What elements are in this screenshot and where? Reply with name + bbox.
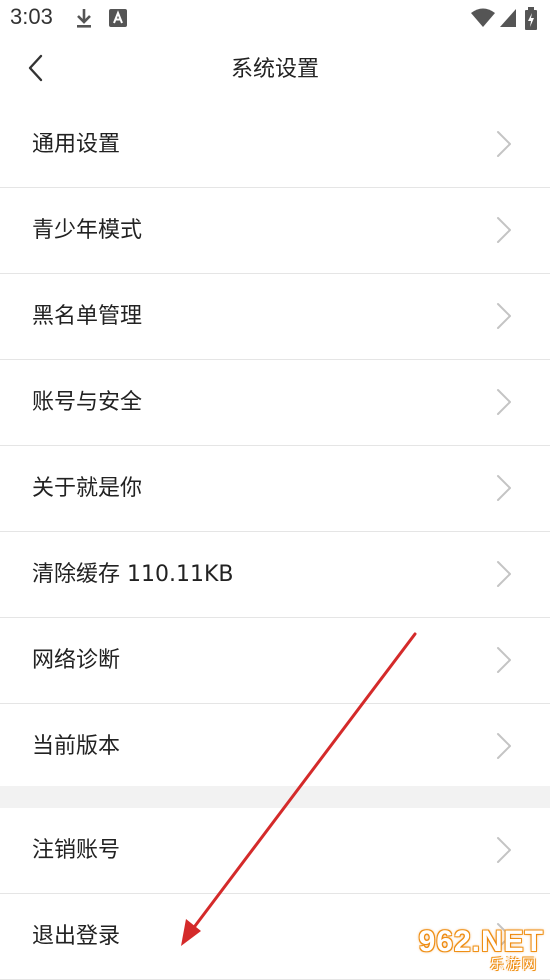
watermark-logo: 962.NET 乐游网 xyxy=(412,925,544,975)
chevron-right-icon xyxy=(496,646,512,678)
status-time: 3:03 xyxy=(10,4,53,29)
group-divider xyxy=(0,786,550,808)
settings-row-label: 退出登录 xyxy=(32,924,121,949)
settings-row[interactable]: 账号与安全 xyxy=(0,360,550,446)
chevron-right-icon xyxy=(496,302,512,334)
battery-charging-icon xyxy=(524,7,538,35)
settings-row-label: 黑名单管理 xyxy=(32,304,143,329)
chevron-right-icon xyxy=(496,388,512,420)
chevron-right-icon xyxy=(496,216,512,248)
chevron-right-icon xyxy=(496,130,512,162)
chevron-right-icon xyxy=(496,732,512,764)
settings-row[interactable]: 黑名单管理 xyxy=(0,274,550,360)
settings-row[interactable]: 网络诊断 xyxy=(0,618,550,704)
settings-row-label: 通用设置 xyxy=(32,132,121,157)
a-notification-icon xyxy=(108,7,128,33)
settings-row-label: 注销账号 xyxy=(32,838,121,863)
wifi-icon xyxy=(470,7,496,33)
settings-row-label: 清除缓存 110.11KB xyxy=(32,562,234,587)
settings-row[interactable]: 关于就是你 xyxy=(0,446,550,532)
watermark-sub: 乐游网 xyxy=(490,957,538,973)
settings-row-label: 青少年模式 xyxy=(32,218,143,243)
settings-list: 通用设置青少年模式黑名单管理账号与安全关于就是你清除缓存 110.11KB 网络诊… xyxy=(0,102,550,790)
settings-row-label: 网络诊断 xyxy=(32,648,121,673)
back-button[interactable] xyxy=(14,48,58,92)
chevron-right-icon xyxy=(496,560,512,592)
chevron-right-icon xyxy=(496,836,512,868)
settings-row[interactable]: 清除缓存 110.11KB xyxy=(0,532,550,618)
chevron-right-icon xyxy=(496,474,512,506)
page-title: 系统设置 xyxy=(230,57,319,82)
header: 系统设置 xyxy=(0,38,550,102)
settings-row[interactable]: 当前版本 xyxy=(0,704,550,790)
settings-row-label: 账号与安全 xyxy=(32,390,143,415)
status-bar: 3:03 xyxy=(0,0,550,38)
chevron-left-icon xyxy=(26,53,46,87)
settings-row[interactable]: 注销账号 xyxy=(0,808,550,894)
settings-row[interactable]: 通用设置 xyxy=(0,102,550,188)
signal-icon xyxy=(498,7,518,33)
settings-row-label: 关于就是你 xyxy=(32,476,143,501)
watermark-main: 962.NET xyxy=(418,925,544,958)
settings-row[interactable]: 青少年模式 xyxy=(0,188,550,274)
download-icon xyxy=(74,7,94,33)
settings-row-label: 当前版本 xyxy=(32,734,121,759)
